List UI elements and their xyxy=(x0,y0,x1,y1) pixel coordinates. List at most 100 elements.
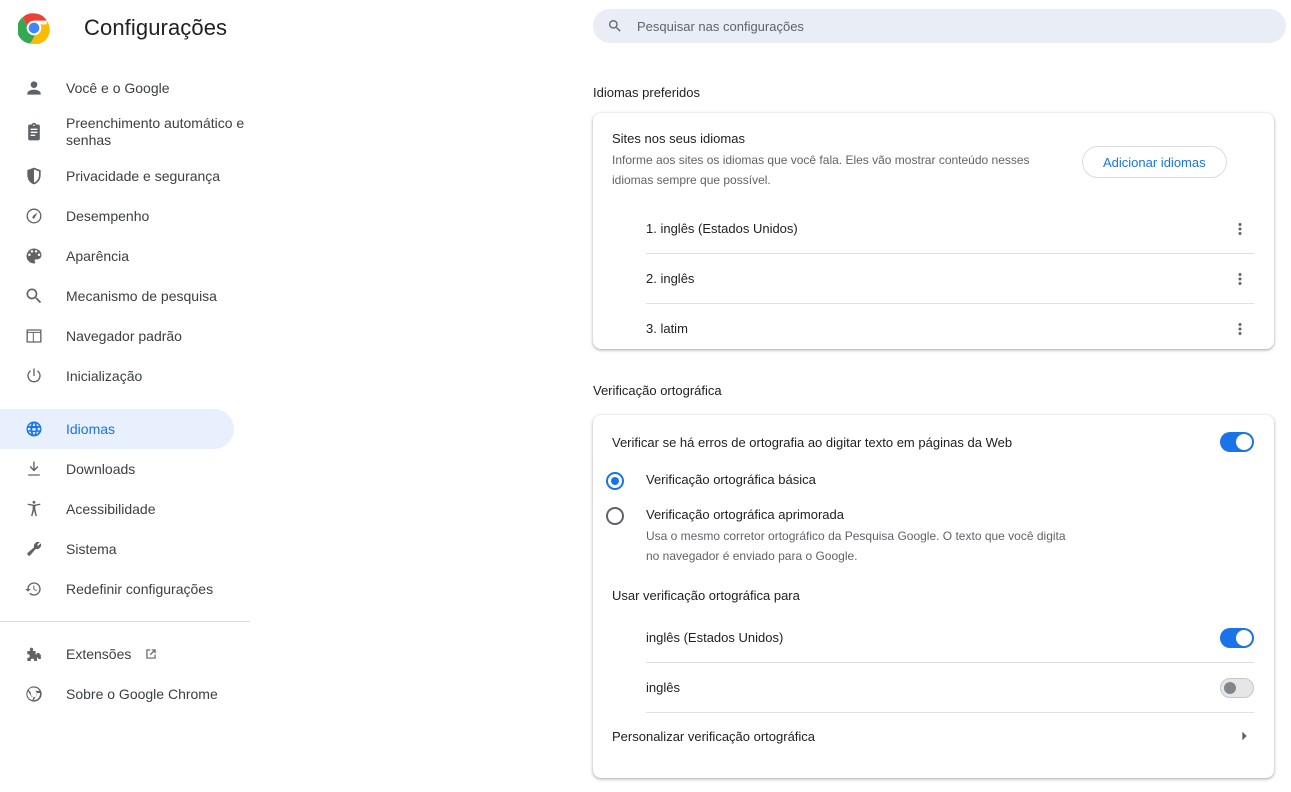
search-bar[interactable] xyxy=(593,9,1286,43)
chrome-logo-icon xyxy=(16,12,50,45)
language-list-item[interactable]: 2. inglês xyxy=(646,254,1274,303)
customize-spellcheck-row[interactable]: Personalizar verificação ortográfica xyxy=(593,713,1274,759)
page-title: Configurações xyxy=(84,15,228,40)
spellcheck-main-toggle-row: Verificar se há erros de ortografia ao d… xyxy=(593,415,1274,469)
search-icon xyxy=(607,18,623,34)
spellcheck-language-toggle-en[interactable] xyxy=(1220,677,1254,698)
languages-section-title: Idiomas preferidos xyxy=(593,85,700,100)
sidebar-item-label: Extensões xyxy=(66,645,132,662)
card-heading: Sites nos seus idiomas xyxy=(612,131,745,146)
sidebar-item-label: Inicialização xyxy=(66,367,143,384)
settings-page: Configurações Você e o Google Preenchime… xyxy=(0,0,1291,792)
sidebar-item-voce-e-o-google[interactable]: Você e o Google xyxy=(0,68,250,108)
preferred-languages-card: Sites nos seus idiomas Informe aos sites… xyxy=(593,113,1274,349)
spellcheck-option-enhanced[interactable]: Verificação ortográfica aprimorada Usa o… xyxy=(593,506,1274,566)
card-header: Sites nos seus idiomas Informe aos sites… xyxy=(593,113,1274,204)
spellcheck-language-row: inglês xyxy=(646,663,1274,712)
sidebar-item-privacidade-seguranca[interactable]: Privacidade e segurança xyxy=(0,156,250,196)
radio-enhanced[interactable] xyxy=(606,507,624,525)
sidebar-item-extensoes[interactable]: Extensões xyxy=(0,634,250,674)
toggle-knob xyxy=(1224,681,1236,694)
sidebar-divider xyxy=(0,621,250,622)
spellcheck-main-toggle-label: Verificar se há erros de ortografia ao d… xyxy=(612,434,1013,450)
spellcheck-section-title: Verificação ortográfica xyxy=(593,383,722,398)
spellcheck-language-toggle-en-us[interactable] xyxy=(1220,627,1254,648)
brand-header: Configurações xyxy=(0,0,250,56)
sidebar-item-navegador-padrao[interactable]: Navegador padrão xyxy=(0,316,250,356)
history-restore-icon xyxy=(24,579,44,599)
add-languages-button[interactable]: Adicionar idiomas xyxy=(1082,146,1227,178)
sidebar-item-label: Mecanismo de pesquisa xyxy=(66,287,217,304)
radio-basic-text: Verificação ortográfica básica xyxy=(646,471,816,489)
globe-icon xyxy=(24,419,44,439)
radio-basic[interactable] xyxy=(606,472,624,490)
sidebar-item-label: Sobre o Google Chrome xyxy=(66,685,218,702)
search-input[interactable] xyxy=(635,17,1235,35)
sidebar: Configurações Você e o Google Preenchime… xyxy=(0,0,250,792)
spellcheck-language-name: inglês (Estados Unidos) xyxy=(646,630,784,645)
palette-icon xyxy=(24,246,44,266)
speedometer-icon xyxy=(24,206,44,226)
language-list-item[interactable]: 3. latim xyxy=(646,304,1274,353)
radio-enhanced-text: Verificação ortográfica aprimorada Usa o… xyxy=(646,506,1076,566)
wrench-icon xyxy=(24,539,44,559)
language-name: 3. latim xyxy=(646,321,688,336)
sidebar-item-label: Navegador padrão xyxy=(66,327,182,344)
toggle-knob xyxy=(1236,629,1252,646)
sidebar-item-label: Idiomas xyxy=(66,420,116,437)
sidebar-item-acessibilidade[interactable]: Acessibilidade xyxy=(0,489,250,529)
toggle-knob xyxy=(1236,434,1252,450)
shield-icon xyxy=(24,166,44,186)
external-link-icon xyxy=(143,645,161,663)
sidebar-item-label: Privacidade e segurança xyxy=(66,167,221,184)
more-vert-icon[interactable] xyxy=(1226,265,1254,293)
sidebar-item-label: Acessibilidade xyxy=(66,500,156,517)
radio-description: Usa o mesmo corretor ortográfico da Pesq… xyxy=(646,529,1066,563)
spellcheck-language-row: inglês (Estados Unidos) xyxy=(646,613,1274,662)
spellcheck-option-basic[interactable]: Verificação ortográfica básica xyxy=(593,471,1274,490)
sidebar-item-preenchimento-automatico[interactable]: Preenchimento automático e senhas xyxy=(0,108,250,156)
spellcheck-language-name: inglês xyxy=(646,680,680,695)
spellcheck-main-toggle[interactable] xyxy=(1220,432,1254,452)
sidebar-item-mecanismo-de-pesquisa[interactable]: Mecanismo de pesquisa xyxy=(0,276,250,316)
spellcheck-card: Verificar se há erros de ortografia ao d… xyxy=(593,415,1274,778)
more-vert-icon[interactable] xyxy=(1226,215,1254,243)
power-icon xyxy=(24,366,44,386)
chevron-right-icon xyxy=(1236,728,1252,744)
card-description: Informe aos sites os idiomas que você fa… xyxy=(612,153,1030,187)
sidebar-item-sobre-o-google-chrome[interactable]: Sobre o Google Chrome xyxy=(0,674,250,714)
sidebar-item-label: Redefinir configurações xyxy=(66,580,214,597)
search-icon xyxy=(24,286,44,306)
sidebar-item-label: Você e o Google xyxy=(66,79,170,96)
customize-spellcheck-label: Personalizar verificação ortográfica xyxy=(612,728,816,744)
sidebar-item-label: Preenchimento automático e senhas xyxy=(66,115,245,148)
card-header-text: Sites nos seus idiomas Informe aos sites… xyxy=(612,129,1082,190)
sidebar-item-label: Aparência xyxy=(66,247,130,264)
main-content: Idiomas preferidos Sites nos seus idioma… xyxy=(250,0,1291,792)
sidebar-item-downloads[interactable]: Downloads xyxy=(0,449,250,489)
language-name: 1. inglês (Estados Unidos) xyxy=(646,221,798,236)
sidebar-item-aparencia[interactable]: Aparência xyxy=(0,236,250,276)
sidebar-item-sistema[interactable]: Sistema xyxy=(0,529,250,569)
browser-window-icon xyxy=(24,326,44,346)
chrome-outline-icon xyxy=(24,684,44,704)
sidebar-item-desempenho[interactable]: Desempenho xyxy=(0,196,250,236)
sidebar-item-label: Sistema xyxy=(66,540,117,557)
language-list-item[interactable]: 1. inglês (Estados Unidos) xyxy=(646,204,1274,253)
puzzle-icon xyxy=(24,644,44,664)
more-vert-icon[interactable] xyxy=(1226,315,1254,343)
use-spellcheck-for-heading: Usar verificação ortográfica para xyxy=(612,588,800,603)
language-name: 2. inglês xyxy=(646,271,695,286)
sidebar-item-label: Desempenho xyxy=(66,207,150,224)
download-icon xyxy=(24,459,44,479)
person-icon xyxy=(24,78,44,98)
sidebar-item-redefinir-configuracoes[interactable]: Redefinir configurações xyxy=(0,569,250,609)
clipboard-icon xyxy=(24,122,44,142)
sidebar-nav: Você e o Google Preenchimento automático… xyxy=(0,68,250,714)
radio-label: Verificação ortográfica básica xyxy=(646,472,816,487)
accessibility-icon xyxy=(24,499,44,519)
sidebar-item-idiomas[interactable]: Idiomas xyxy=(0,409,234,449)
radio-label: Verificação ortográfica aprimorada xyxy=(646,507,844,522)
sidebar-item-label: Downloads xyxy=(66,460,136,477)
sidebar-item-inicializacao[interactable]: Inicialização xyxy=(0,356,250,396)
